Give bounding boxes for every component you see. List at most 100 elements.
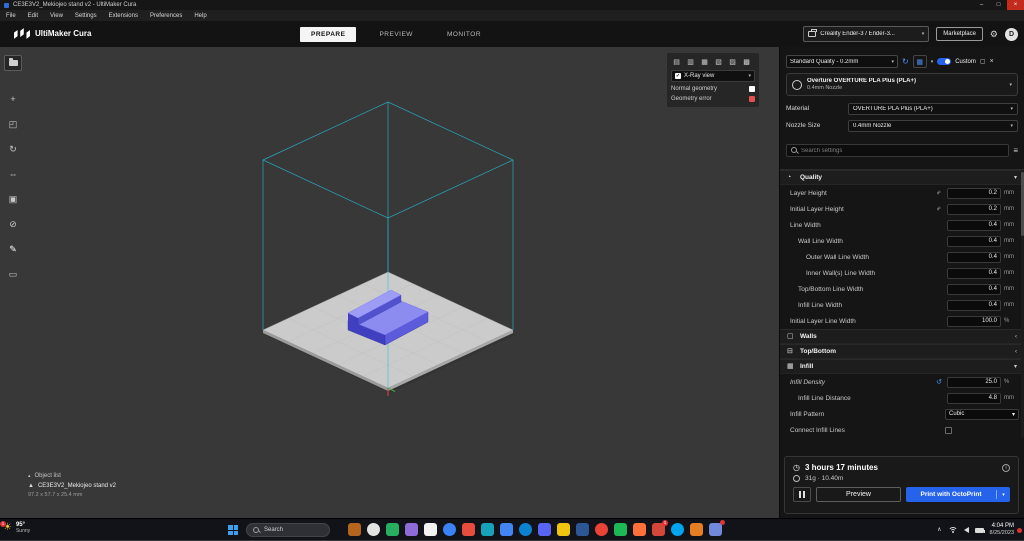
- tab-monitor[interactable]: MONITOR: [436, 27, 492, 42]
- battery-icon[interactable]: [974, 527, 985, 533]
- section-infill[interactable]: ▦ Infill ▾: [780, 359, 1024, 374]
- view-icon-3[interactable]: ▦: [699, 56, 710, 67]
- section-top-bottom[interactable]: ⊟ Top/Bottom ‹: [780, 344, 1024, 359]
- support-blocker-button[interactable]: ⊘: [4, 215, 22, 233]
- setting-value-field[interactable]: 0.4: [947, 283, 1001, 295]
- preview-button[interactable]: Preview: [816, 487, 901, 502]
- section-walls[interactable]: ▢ Walls ‹: [780, 329, 1024, 344]
- section-quality[interactable]: ◔ Quality ▾: [780, 170, 1024, 185]
- taskbar-app-icon[interactable]: [405, 523, 418, 536]
- print-options-chevron[interactable]: ▾: [997, 492, 1010, 498]
- taskbar-clock[interactable]: 4:04 PM 8/25/2023: [990, 523, 1014, 537]
- material-extruder-card[interactable]: Overture OVERTURE PLA Plus (PLA+) 0.4mm …: [786, 73, 1018, 96]
- marketplace-button[interactable]: Marketplace: [936, 27, 983, 41]
- maximize-button[interactable]: □: [990, 0, 1007, 10]
- info-icon[interactable]: i: [1002, 463, 1010, 472]
- taskbar-app-icon[interactable]: [462, 523, 475, 536]
- profile-dropdown[interactable]: Standard Quality - 0.2mm ▾: [786, 55, 898, 68]
- taskbar-app-icon[interactable]: [519, 523, 532, 536]
- menu-view[interactable]: View: [44, 10, 69, 21]
- setting-value-field[interactable]: 0.2: [947, 203, 1001, 215]
- taskbar-app-icon[interactable]: [367, 523, 380, 536]
- taskbar-app-icon[interactable]: [709, 520, 725, 536]
- open-file-button[interactable]: [4, 55, 22, 71]
- taskbar-app-icon[interactable]: [443, 523, 456, 536]
- setting-value-field[interactable]: 0.2: [947, 187, 1001, 199]
- taskbar-app-icon[interactable]: [500, 523, 513, 536]
- move-tool-button[interactable]: +: [4, 90, 22, 108]
- tab-prepare[interactable]: PREPARE: [300, 27, 357, 42]
- measure-tool-button[interactable]: ▭: [4, 265, 22, 283]
- view-icon-4[interactable]: ▧: [713, 56, 724, 67]
- taskbar-app-icon[interactable]: [576, 523, 589, 536]
- gear-icon[interactable]: ⚙: [990, 29, 998, 39]
- taskbar-app-icon[interactable]: [690, 523, 703, 536]
- setting-value-field[interactable]: 25.0: [947, 376, 1001, 388]
- tab-preview[interactable]: PREVIEW: [368, 27, 423, 42]
- view-icon-6[interactable]: ▩: [741, 56, 752, 67]
- view-icon-1[interactable]: ▤: [671, 56, 682, 67]
- taskbar-app-icon[interactable]: [424, 523, 437, 536]
- rotate-tool-button[interactable]: ↻: [4, 140, 22, 158]
- reset-profile-icon[interactable]: ↻: [902, 57, 909, 66]
- settings-menu-icon[interactable]: ≡: [1013, 146, 1018, 155]
- search-box[interactable]: [786, 144, 1010, 157]
- scale-tool-button[interactable]: ◰: [4, 115, 22, 133]
- setting-row-infill-line-width: Infill Line Width 0.4 mm: [798, 299, 1014, 311]
- view-icon-2[interactable]: ▥: [685, 56, 696, 67]
- setting-value-field[interactable]: 4.8: [947, 392, 1001, 404]
- setting-value-field[interactable]: 0.4: [947, 219, 1001, 231]
- custom-mode-toggle[interactable]: [937, 58, 952, 65]
- menu-edit[interactable]: Edit: [22, 10, 44, 21]
- minimize-button[interactable]: –: [973, 0, 990, 10]
- nozzle-dropdown[interactable]: 0.4mm Nozzle ▾: [848, 119, 1018, 132]
- avatar[interactable]: D: [1005, 27, 1018, 41]
- taskbar-app-icon[interactable]: [633, 523, 646, 536]
- menu-extensions[interactable]: Extensions: [103, 10, 144, 21]
- pause-button[interactable]: [793, 487, 811, 502]
- tray-chevron-up-icon[interactable]: ∧: [937, 527, 941, 533]
- taskbar-app-icon[interactable]: [614, 523, 627, 536]
- volume-icon[interactable]: [963, 527, 969, 533]
- taskbar-app-icon[interactable]: [557, 523, 570, 536]
- taskbar-app-icon[interactable]: [538, 523, 551, 536]
- menu-settings[interactable]: Settings: [69, 10, 103, 21]
- wifi-icon[interactable]: [947, 526, 958, 534]
- profile-grid-icon[interactable]: ▦: [912, 55, 927, 68]
- taskbar-app-icon[interactable]: [386, 523, 399, 536]
- pin-icon[interactable]: ▢: [980, 59, 986, 65]
- object-list-item[interactable]: ▲ CE3E3V2_Mekiojeo stand v2: [28, 483, 116, 489]
- setting-value-field[interactable]: 100.0: [947, 315, 1001, 327]
- per-model-settings-button[interactable]: ▣: [4, 190, 22, 208]
- taskbar-weather[interactable]: ☀ 1 95° Sunny: [0, 521, 30, 535]
- start-button[interactable]: [228, 525, 238, 535]
- reset-value-icon[interactable]: ↺: [933, 379, 945, 386]
- menu-help[interactable]: Help: [188, 10, 212, 21]
- material-dropdown[interactable]: OVERTURE PLA Plus (PLA+) ▾: [848, 102, 1018, 115]
- connect-infill-checkbox[interactable]: [945, 426, 952, 434]
- viewport-3d[interactable]: [24, 47, 779, 518]
- taskbar-app-icon[interactable]: [595, 523, 608, 536]
- mirror-tool-button[interactable]: ⇔: [4, 165, 22, 183]
- taskbar-search[interactable]: Search: [246, 523, 330, 537]
- infill-pattern-dropdown[interactable]: Cubic ▾: [945, 408, 1019, 420]
- menu-file[interactable]: File: [0, 10, 22, 21]
- taskbar-app-icon[interactable]: [348, 523, 361, 536]
- menu-preferences[interactable]: Preferences: [144, 10, 188, 21]
- search-settings-input[interactable]: [801, 147, 1005, 154]
- pen-tool-button[interactable]: ✎: [4, 240, 22, 258]
- printer-selector[interactable]: Creality Ender-3 / Ender-3... ▾: [803, 26, 930, 42]
- close-button[interactable]: ×: [1007, 0, 1024, 10]
- view-mode-dropdown[interactable]: ✓ X-Ray view ▾: [671, 70, 755, 82]
- object-list-header[interactable]: ▴ Object list: [28, 473, 116, 479]
- setting-value-field[interactable]: 0.4: [947, 299, 1001, 311]
- taskbar-app-icon[interactable]: [481, 523, 494, 536]
- setting-value-field[interactable]: 0.4: [947, 267, 1001, 279]
- setting-value-field[interactable]: 0.4: [947, 251, 1001, 263]
- view-icon-5[interactable]: ▨: [727, 56, 738, 67]
- close-panel-icon[interactable]: ×: [990, 58, 994, 65]
- taskbar-app-icon[interactable]: [671, 523, 684, 536]
- print-button[interactable]: Print with OctoPrint ▾: [906, 487, 1010, 502]
- taskbar-app-icon[interactable]: 1: [652, 520, 668, 536]
- setting-value-field[interactable]: 0.4: [947, 235, 1001, 247]
